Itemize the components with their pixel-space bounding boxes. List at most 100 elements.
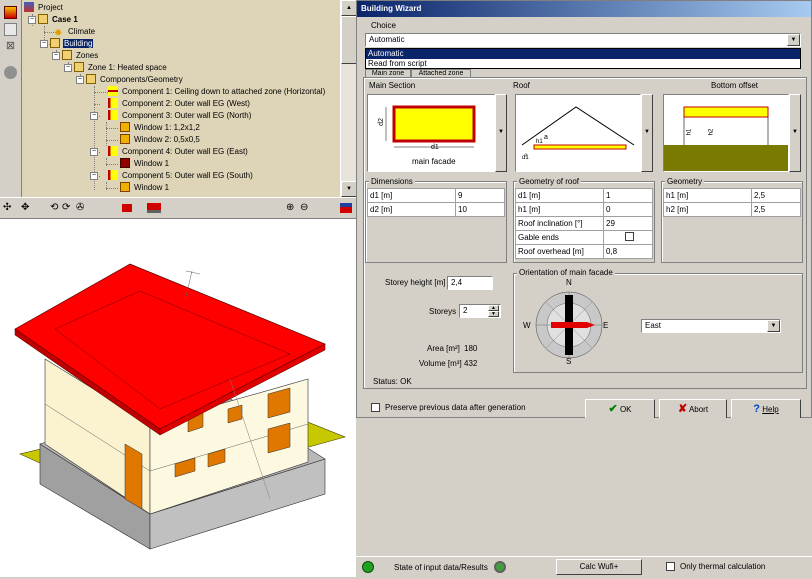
dim-key: d1 [m] bbox=[367, 188, 456, 203]
calc-wufi-button[interactable]: Calc Wufi+ bbox=[556, 559, 642, 575]
tree-item-components[interactable]: Components/Geometry bbox=[86, 74, 184, 86]
expander-building[interactable]: − bbox=[40, 40, 48, 48]
storey-height-label: Storey height [m] bbox=[385, 278, 446, 287]
tree-item-window-1[interactable]: Window 1: 1,2x1,2 bbox=[120, 122, 201, 134]
tree-item-component-2[interactable]: Component 2: Outer wall EG (West) bbox=[108, 98, 251, 110]
shaded-view-icon[interactable] bbox=[147, 203, 161, 213]
zone-icon bbox=[74, 62, 84, 72]
tree-item-project[interactable]: Project bbox=[24, 2, 64, 14]
storey-height-input[interactable]: 2,4 bbox=[447, 276, 493, 290]
orbit-z-icon[interactable]: ✇ bbox=[76, 202, 84, 214]
orientation-select[interactable]: East bbox=[641, 319, 781, 333]
roof-d1-input[interactable]: 1 bbox=[603, 188, 653, 203]
main-section-dropdown-icon[interactable]: ▼ bbox=[495, 94, 507, 172]
bottom-h2-label: h2 bbox=[708, 128, 715, 136]
zoom-in-icon[interactable]: ⊕ bbox=[286, 202, 294, 214]
choice-dropdown-icon[interactable]: ▼ bbox=[787, 34, 800, 46]
tree-item-window-south[interactable]: Window 1 bbox=[120, 182, 170, 194]
tree-item-window-2[interactable]: Window 2: 0,5x0,5 bbox=[120, 134, 201, 146]
roof-key: h1 [m] bbox=[515, 202, 604, 217]
geom-h1-input[interactable]: 2,5 bbox=[751, 188, 801, 203]
abort-button[interactable]: ✘ Abort bbox=[659, 399, 727, 419]
tree-item-zones[interactable]: Zones bbox=[62, 50, 99, 62]
preserve-checkbox[interactable] bbox=[371, 403, 380, 412]
expander-components[interactable]: − bbox=[76, 76, 84, 84]
tree-item-component-4[interactable]: Component 4: Outer wall EG (East) bbox=[108, 146, 249, 158]
tree-item-component-3[interactable]: Component 3: Outer wall EG (North) bbox=[108, 110, 252, 122]
tree-item-zone1[interactable]: Zone 1: Heated space bbox=[74, 62, 168, 74]
page-icon[interactable] bbox=[4, 23, 17, 36]
wall-view-icon[interactable] bbox=[122, 204, 132, 212]
tree-item-window-east[interactable]: Window 1 bbox=[120, 158, 170, 170]
circle-icon[interactable] bbox=[4, 66, 17, 79]
tree-scrollbar[interactable]: ▲ ▼ bbox=[340, 0, 357, 197]
choice-dropdown-list: Automatic Read from script bbox=[365, 48, 801, 69]
choice-option-script[interactable]: Read from script bbox=[366, 59, 800, 69]
compass[interactable]: N S E W bbox=[523, 278, 609, 367]
cross-icon[interactable]: ⊠ bbox=[4, 40, 17, 53]
check-icon: ✔ bbox=[608, 403, 618, 415]
roof-geometry-table: d1 [m] 1 h1 [m] 0 Roof inclination [°] 29 G… bbox=[515, 188, 653, 259]
bottom-h1-label: h1 bbox=[686, 128, 693, 136]
compass-east: E bbox=[603, 321, 609, 330]
expander-comp4[interactable]: − bbox=[90, 148, 98, 156]
building-model-icon bbox=[14, 263, 346, 550]
ok-button[interactable]: ✔ OK bbox=[585, 399, 655, 419]
tree-item-component-5[interactable]: Component 5: Outer wall EG (South) bbox=[108, 170, 254, 182]
tree-item-case[interactable]: Case 1 bbox=[38, 14, 79, 26]
help-button[interactable]: ? Help bbox=[731, 399, 801, 419]
choice-select[interactable]: Automatic bbox=[365, 33, 801, 47]
scroll-down-icon[interactable]: ▼ bbox=[341, 181, 357, 197]
settings-view-icon[interactable] bbox=[340, 203, 352, 213]
wall-icon bbox=[108, 98, 118, 108]
left-toolbar-strip: ⊠ bbox=[0, 0, 22, 197]
expander-comp5[interactable]: − bbox=[90, 172, 98, 180]
tree-item-component-1[interactable]: Component 1: Ceiling down to attached zo… bbox=[108, 86, 326, 98]
orientation-dropdown-icon[interactable]: ▼ bbox=[767, 320, 780, 332]
expander-case[interactable]: − bbox=[28, 16, 36, 24]
roof-dropdown-icon[interactable]: ▼ bbox=[641, 94, 653, 172]
roof-inclination-input[interactable]: 29 bbox=[603, 216, 653, 231]
choice-option-automatic[interactable]: Automatic bbox=[366, 49, 800, 59]
window-icon bbox=[120, 158, 130, 168]
geom-h2-input[interactable]: 2,5 bbox=[751, 202, 801, 217]
thermal-checkbox[interactable] bbox=[666, 562, 675, 571]
orbit-y-icon[interactable]: ⟳ bbox=[62, 202, 70, 214]
tab-main-zone[interactable]: Main zone bbox=[365, 69, 411, 77]
main-section-label: Main Section bbox=[369, 81, 416, 90]
dim-d2-input[interactable]: 10 bbox=[455, 202, 505, 217]
orbit-x-icon[interactable]: ⟲ bbox=[50, 202, 58, 214]
expander-zone1[interactable]: − bbox=[64, 64, 72, 72]
tree-item-building[interactable]: Building bbox=[50, 38, 94, 50]
pan-icon[interactable]: ✥ bbox=[21, 202, 29, 214]
bottom-offset-picture: h1 h2 bbox=[663, 94, 789, 172]
scroll-up-icon[interactable]: ▲ bbox=[341, 0, 357, 16]
dim-d1-label: d1 bbox=[431, 144, 439, 151]
window-icon bbox=[120, 134, 130, 144]
ceiling-icon bbox=[108, 86, 118, 96]
bottom-dropdown-icon[interactable]: ▼ bbox=[789, 94, 801, 172]
roof-h1-input[interactable]: 0 bbox=[603, 202, 653, 217]
rotate-icon[interactable]: ✣ bbox=[3, 202, 11, 214]
dim-d1-input[interactable]: 9 bbox=[455, 188, 505, 203]
roof-angle-label: a bbox=[544, 134, 548, 141]
flag-icon[interactable] bbox=[4, 6, 17, 19]
roof-overhead-input[interactable]: 0,8 bbox=[603, 244, 653, 259]
bottom-offset-label: Bottom offset bbox=[711, 81, 758, 90]
geom-key: h2 [m] bbox=[663, 202, 752, 217]
expander-zones[interactable]: − bbox=[52, 52, 60, 60]
gable-ends-checkbox[interactable] bbox=[624, 232, 634, 241]
volume-label: Volume [m³] bbox=[419, 359, 462, 368]
scroll-thumb[interactable] bbox=[341, 16, 357, 64]
table-row: h2 [m] 2,5 bbox=[663, 202, 801, 217]
building-3d-view[interactable] bbox=[0, 219, 356, 577]
expander-comp3[interactable]: − bbox=[90, 112, 98, 120]
dim-key: d2 [m] bbox=[367, 202, 456, 217]
storeys-down-icon[interactable]: ▼ bbox=[488, 311, 499, 317]
volume-value: 432 bbox=[464, 359, 478, 368]
compass-rose-icon bbox=[535, 291, 603, 359]
zoom-out-icon[interactable]: ⊖ bbox=[300, 202, 308, 214]
tab-attached-zone[interactable]: Attached zone bbox=[411, 69, 471, 77]
tree-item-climate[interactable]: ✹ Climate bbox=[54, 26, 96, 39]
roof-diagram-icon bbox=[521, 106, 635, 157]
